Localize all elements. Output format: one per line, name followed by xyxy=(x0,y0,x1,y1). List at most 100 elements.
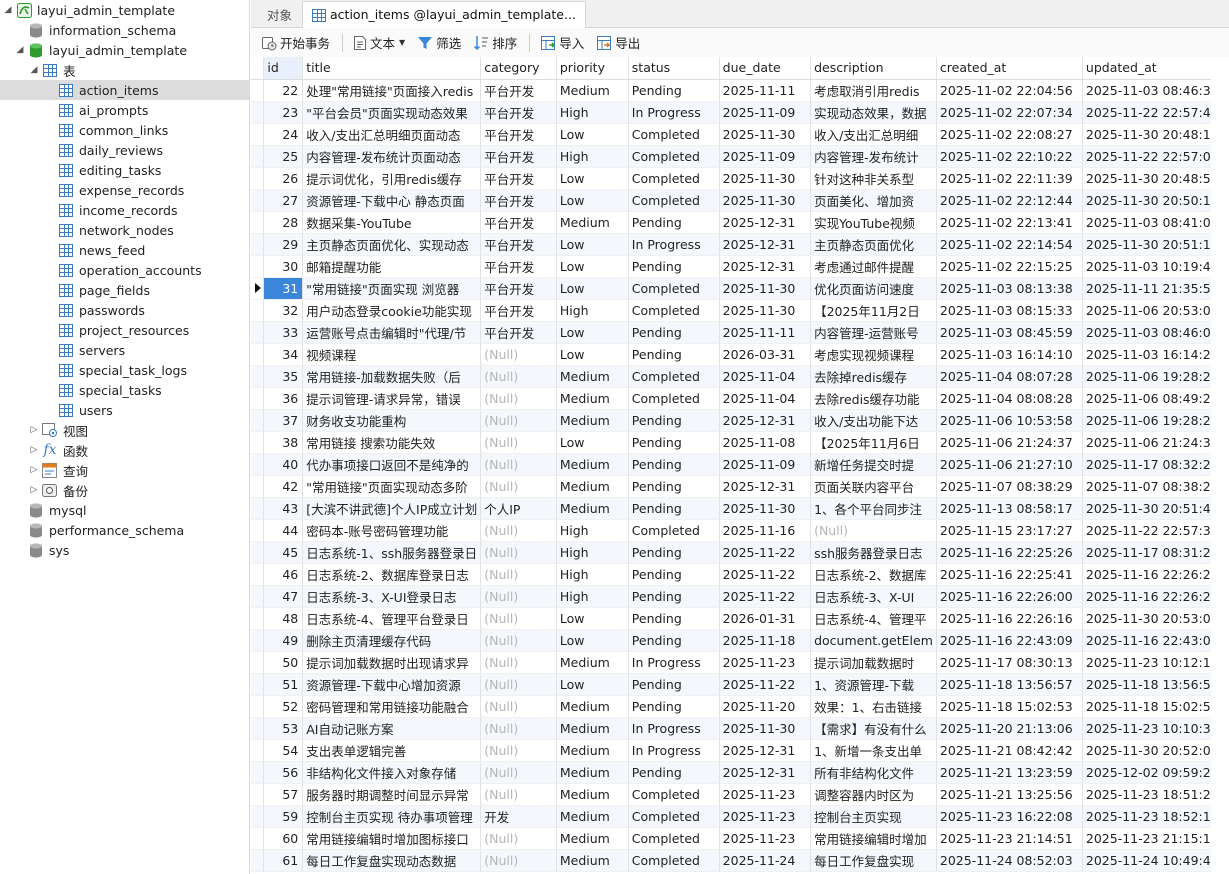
cell-updated-at[interactable]: 2025-11-23 10:10:39 xyxy=(1082,717,1229,740)
collapse-arrow-icon[interactable]: ◢ xyxy=(28,60,40,80)
tree-tables-group[interactable]: ◢ 表 xyxy=(0,60,249,80)
cell-id[interactable]: 57 xyxy=(263,783,304,806)
cell-id[interactable]: 46 xyxy=(263,563,304,586)
cell-created-at[interactable]: 2025-11-03 08:15:33 xyxy=(936,299,1083,322)
table-row[interactable]: 34 视频课程 (Null) Low Pending 2026-03-31 考虑实现视频课程… xyxy=(251,343,1229,366)
cell-due-date[interactable]: 2025-11-30 xyxy=(719,299,812,322)
table-row[interactable]: 32 用户动态登录cookie功能实现 平台开发 High Completed 2025-… xyxy=(251,299,1229,322)
cell-status[interactable]: In Progress xyxy=(628,651,720,674)
cell-description[interactable]: 实现动态效果，数据 xyxy=(810,101,937,124)
cell-due-date[interactable]: 2025-12-31 xyxy=(719,233,812,256)
table-row[interactable]: 29 主页静态页面优化、实现动态 平台开发 Low In Progress 2025-12… xyxy=(251,233,1229,256)
cell-category[interactable]: 平台开发 xyxy=(480,101,557,124)
row-selector[interactable] xyxy=(251,563,265,586)
column-header-description[interactable]: description xyxy=(810,57,937,80)
cell-due-date[interactable]: 2025-12-31 xyxy=(719,475,812,498)
cell-category[interactable]: 平台开发 xyxy=(480,211,557,234)
cell-description[interactable]: 实现YouTube视频 xyxy=(810,211,937,234)
cell-description[interactable]: 每日工作复盘实现 xyxy=(810,849,937,872)
tree-group-item[interactable]: ▷ 备份 xyxy=(0,480,249,500)
cell-description[interactable]: 考虑通过邮件提醒 xyxy=(810,255,937,278)
cell-category[interactable]: (Null) xyxy=(480,739,557,762)
cell-id[interactable]: 48 xyxy=(263,607,304,630)
row-selector[interactable] xyxy=(251,321,265,344)
tree-group-item[interactable]: ▷ 视图 xyxy=(0,420,249,440)
cell-status[interactable]: Completed xyxy=(628,387,720,410)
row-selector[interactable] xyxy=(251,431,265,454)
object-tree[interactable]: ◢ layui_admin_template information_schem… xyxy=(0,0,250,874)
cell-priority[interactable]: Medium xyxy=(556,761,629,784)
expand-arrow-icon[interactable]: ▷ xyxy=(28,480,40,500)
cell-created-at[interactable]: 2025-11-06 10:53:58 xyxy=(936,409,1083,432)
cell-created-at[interactable]: 2025-11-21 13:25:56 xyxy=(936,783,1083,806)
vertical-scrollbar[interactable] xyxy=(1211,57,1229,874)
cell-updated-at[interactable]: 2025-11-06 19:28:22 xyxy=(1082,409,1229,432)
cell-title[interactable]: 常用链接 搜索功能失效 xyxy=(302,431,482,454)
table-row[interactable]: 54 支出表单逻辑完善 (Null) Medium In Progress 2025-12… xyxy=(251,739,1229,762)
sidebar-table-news-feed[interactable]: news_feed xyxy=(0,240,249,260)
cell-updated-at[interactable]: 2025-11-22 22:57:44 xyxy=(1082,101,1229,124)
cell-category[interactable]: (Null) xyxy=(480,827,557,850)
sort-button[interactable]: 排序 xyxy=(469,31,521,55)
cell-title[interactable]: 控制台主页实现 待办事项管理 xyxy=(302,805,482,828)
cell-updated-at[interactable]: 2025-11-06 08:49:22 xyxy=(1082,387,1229,410)
row-selector[interactable] xyxy=(251,849,265,872)
tree-connection[interactable]: ◢ layui_admin_template xyxy=(0,0,249,20)
cell-title[interactable]: 用户动态登录cookie功能实现 xyxy=(302,299,482,322)
sidebar-table-editing-tasks[interactable]: editing_tasks xyxy=(0,160,249,180)
cell-priority[interactable]: Low xyxy=(556,431,629,454)
cell-due-date[interactable]: 2025-11-22 xyxy=(719,673,812,696)
cell-created-at[interactable]: 2025-11-24 08:52:03 xyxy=(936,849,1083,872)
cell-category[interactable]: (Null) xyxy=(480,849,557,872)
column-header-id[interactable]: id xyxy=(263,57,304,80)
cell-updated-at[interactable]: 2025-11-30 20:51:48 xyxy=(1082,497,1229,520)
cell-title[interactable]: 邮箱提醒功能 xyxy=(302,255,482,278)
table-row[interactable]: 46 日志系统-2、数据库登录日志 (Null) High Pending 2025-11… xyxy=(251,563,1229,586)
cell-priority[interactable]: High xyxy=(556,145,629,168)
cell-priority[interactable]: Medium xyxy=(556,475,629,498)
cell-status[interactable]: Completed xyxy=(628,805,720,828)
cell-status[interactable]: Completed xyxy=(628,167,720,190)
row-selector[interactable] xyxy=(251,255,265,278)
cell-due-date[interactable]: 2025-11-11 xyxy=(719,79,812,102)
sidebar-table-project-resources[interactable]: project_resources xyxy=(0,320,249,340)
cell-status[interactable]: Pending xyxy=(628,761,720,784)
cell-id[interactable]: 54 xyxy=(263,739,304,762)
cell-category[interactable]: (Null) xyxy=(480,365,557,388)
cell-priority[interactable]: Medium xyxy=(556,739,629,762)
cell-status[interactable]: Completed xyxy=(628,365,720,388)
cell-id[interactable]: 45 xyxy=(263,541,304,564)
cell-due-date[interactable]: 2025-11-09 xyxy=(719,145,812,168)
cell-id[interactable]: 53 xyxy=(263,717,304,740)
row-selector[interactable] xyxy=(251,365,265,388)
cell-category[interactable]: (Null) xyxy=(480,607,557,630)
cell-updated-at[interactable]: 2025-11-06 19:28:28 xyxy=(1082,365,1229,388)
cell-description[interactable]: document.getElem xyxy=(810,629,937,652)
row-selector[interactable] xyxy=(251,123,265,146)
cell-id[interactable]: 30 xyxy=(263,255,304,278)
cell-due-date[interactable]: 2025-12-31 xyxy=(719,255,812,278)
cell-updated-at[interactable]: 2025-11-03 08:46:36 xyxy=(1082,79,1229,102)
cell-priority[interactable]: High xyxy=(556,541,629,564)
cell-title[interactable]: 内容管理-发布统计页面动态 xyxy=(302,145,482,168)
sidebar-table-network-nodes[interactable]: network_nodes xyxy=(0,220,249,240)
table-row[interactable]: 35 常用链接-加载数据失败（后 (Null) Medium Completed 2025… xyxy=(251,365,1229,388)
cell-category[interactable]: (Null) xyxy=(480,475,557,498)
cell-priority[interactable]: Low xyxy=(556,673,629,696)
row-selector[interactable] xyxy=(251,475,265,498)
table-row[interactable]: 50 提示词加载数据时出现请求异 (Null) Medium In Progress 20… xyxy=(251,651,1229,674)
cell-due-date[interactable]: 2025-11-30 xyxy=(719,717,812,740)
begin-transaction-button[interactable]: 开始事务 xyxy=(257,31,334,55)
cell-created-at[interactable]: 2025-11-04 08:08:28 xyxy=(936,387,1083,410)
cell-updated-at[interactable]: 2025-11-11 21:35:52 xyxy=(1082,277,1229,300)
cell-title[interactable]: 日志系统-4、管理平台登录日 xyxy=(302,607,482,630)
table-row[interactable]: 22 处理"常用链接"页面接入redis 平台开发 Medium Pending 2025… xyxy=(251,79,1229,102)
cell-id[interactable]: 44 xyxy=(263,519,304,542)
sidebar-table-operation-accounts[interactable]: operation_accounts xyxy=(0,260,249,280)
cell-due-date[interactable]: 2025-11-22 xyxy=(719,541,812,564)
cell-created-at[interactable]: 2025-11-15 23:17:27 xyxy=(936,519,1083,542)
tree-db-item[interactable]: performance_schema xyxy=(0,520,249,540)
row-selector[interactable] xyxy=(251,629,265,652)
cell-description[interactable]: 考虑实现视频课程 xyxy=(810,343,937,366)
cell-status[interactable]: Completed xyxy=(628,123,720,146)
